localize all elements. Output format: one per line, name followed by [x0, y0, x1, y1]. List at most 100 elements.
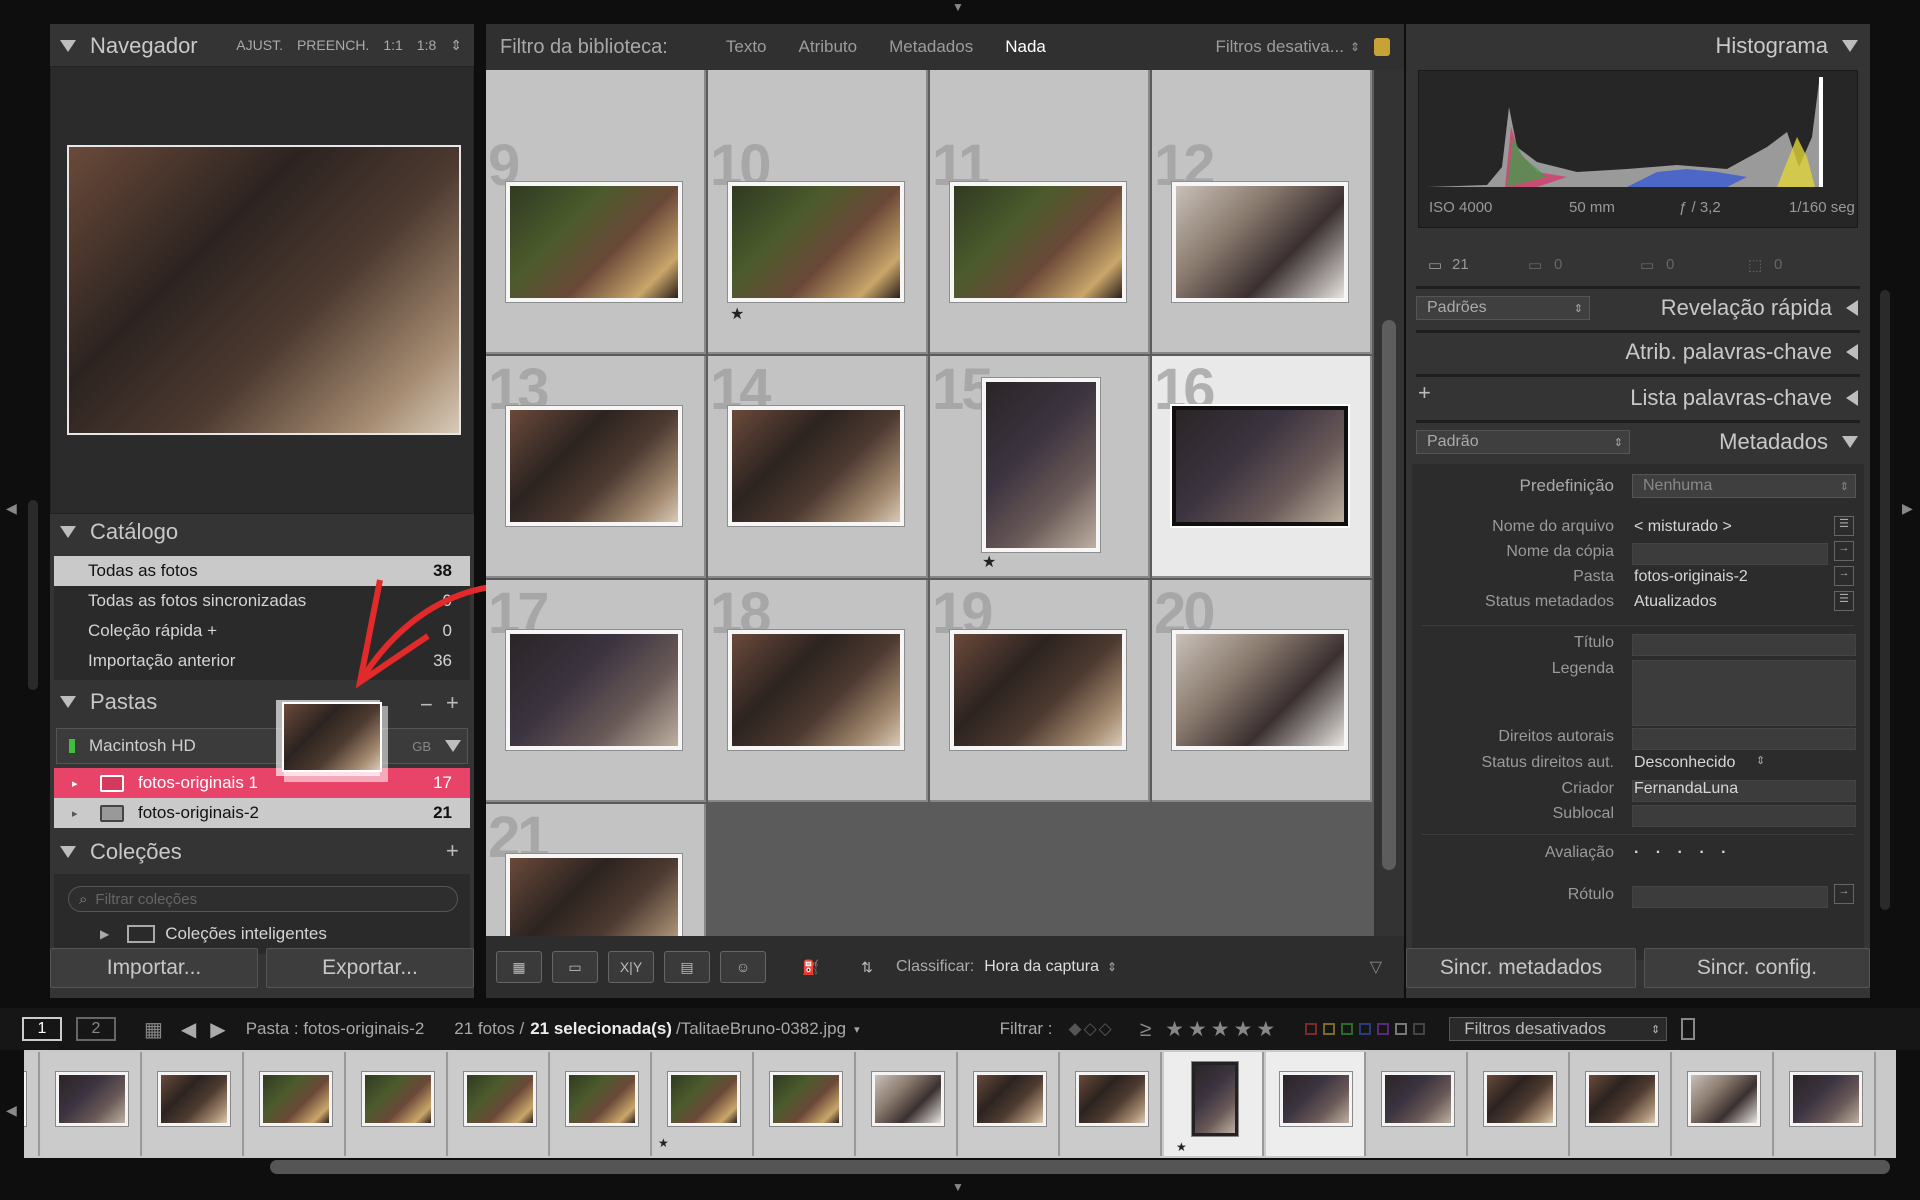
filmstrip-thumbnail[interactable] [667, 1071, 741, 1127]
histogram-header[interactable]: Histograma [1716, 26, 1858, 66]
folder-row-fotos-originais-2[interactable]: ▸ fotos-originais-2 21 [54, 798, 470, 828]
survey-view-button[interactable]: ▤ [664, 951, 710, 983]
filmstrip-thumbnail[interactable] [361, 1071, 435, 1127]
smart-collections-row[interactable]: ▶ Coleções inteligentes [100, 924, 327, 944]
sort-select[interactable]: Hora da captura [984, 958, 1099, 976]
filmstrip-cell[interactable]: ★ [1164, 1052, 1264, 1156]
add-collection-button[interactable]: + [446, 838, 459, 864]
filmstrip-cell[interactable] [1062, 1052, 1162, 1156]
drive-row[interactable]: Macintosh HD GB [56, 728, 468, 764]
filmstrip-cell[interactable] [42, 1052, 142, 1156]
lock-icon[interactable] [1681, 1018, 1696, 1040]
photo-thumbnail[interactable] [1170, 404, 1350, 528]
right-panel-scrollbar[interactable] [1880, 290, 1890, 910]
photo-thumbnail[interactable] [1171, 629, 1349, 751]
rating-star-icon[interactable]: ★ [1176, 1140, 1187, 1154]
rating-star-icon[interactable]: ★ [982, 552, 996, 572]
grid-scrollbar-thumb[interactable] [1382, 320, 1396, 870]
zoom-1-8[interactable]: 1:8 [417, 37, 436, 54]
filmstrip-thumbnail[interactable] [973, 1071, 1047, 1127]
filmstrip-cell[interactable]: ★ [654, 1052, 754, 1156]
add-keyword-button[interactable]: + [1418, 380, 1431, 406]
filmstrip-cell[interactable] [1776, 1052, 1876, 1156]
selected-filename[interactable]: /TalitaeBruno-0382.jpg [676, 1019, 846, 1039]
collapse-triangle-icon[interactable] [60, 846, 76, 858]
filmstrip-cell[interactable] [756, 1052, 856, 1156]
grid-cell[interactable]: 18 [708, 580, 928, 802]
collections-header[interactable]: Coleções [50, 832, 474, 872]
forward-arrow-icon[interactable]: ▶ [210, 1017, 225, 1042]
filmstrip-thumbnail[interactable] [871, 1071, 945, 1127]
filmstrip-thumbnail[interactable] [1585, 1071, 1659, 1127]
red-label-icon[interactable] [1305, 1023, 1318, 1035]
rating-filter-stars[interactable]: ≥ ★★★★★ [1140, 1017, 1280, 1042]
filmstrip-cell[interactable] [1674, 1052, 1774, 1156]
photo-thumbnail[interactable] [949, 181, 1127, 303]
grid-cell-selected[interactable]: 16 [1152, 356, 1372, 578]
drive-collapse-icon[interactable] [445, 740, 461, 752]
rating-dots[interactable]: · · · · · [1634, 844, 1732, 862]
filmstrip-cell[interactable] [858, 1052, 958, 1156]
filmstrip-cell[interactable] [960, 1052, 1060, 1156]
filmstrip-cell[interactable] [1266, 1052, 1366, 1156]
people-view-button[interactable]: ☺ [720, 951, 766, 983]
photo-thumbnail[interactable] [949, 629, 1127, 751]
main-screen-button[interactable]: 1 [22, 1017, 62, 1041]
quick-develop-header[interactable]: Revelação rápida [1661, 288, 1858, 328]
grid-cell[interactable]: 19 [930, 580, 1150, 802]
filmstrip-cell[interactable] [1470, 1052, 1570, 1156]
title-input[interactable] [1632, 634, 1856, 656]
filmstrip-thumbnail[interactable] [463, 1071, 537, 1127]
expand-icon[interactable]: ▸ [72, 777, 78, 790]
right-panel-toggle-icon[interactable]: ▶ [1902, 500, 1913, 517]
copyright-input[interactable] [1632, 728, 1856, 750]
copy-name-input[interactable] [1632, 543, 1828, 565]
photo-thumbnail[interactable] [727, 405, 905, 527]
grid-view-button[interactable]: ▦ [496, 951, 542, 983]
grid-cell[interactable]: 20 [1152, 580, 1372, 802]
label-input[interactable] [1632, 886, 1828, 908]
left-panel-scrollbar[interactable] [28, 500, 38, 690]
metadata-header[interactable]: Metadados [1719, 422, 1858, 462]
blue-label-icon[interactable] [1359, 1023, 1372, 1035]
zoom-fill[interactable]: PREENCH. [297, 37, 369, 54]
green-label-icon[interactable] [1341, 1023, 1354, 1035]
filmstrip-cell[interactable] [1572, 1052, 1672, 1156]
grid-cell[interactable]: 12 [1152, 132, 1372, 354]
color-label-filters[interactable] [1305, 1023, 1426, 1035]
filmstrip-cell[interactable] [450, 1052, 550, 1156]
arrow-right-icon[interactable]: → [1834, 884, 1854, 904]
collapse-triangle-icon[interactable] [1842, 436, 1858, 448]
loupe-view-button[interactable]: ▭ [552, 951, 598, 983]
purple-label-icon[interactable] [1377, 1023, 1390, 1035]
filmstrip-filter-select[interactable]: Filtros desativados ⇕ [1449, 1017, 1668, 1041]
photo-thumbnail[interactable] [505, 853, 683, 936]
collections-search-input[interactable]: ⌕ Filtrar coleções [68, 886, 458, 912]
filmstrip-cell[interactable] [24, 1052, 40, 1156]
chevron-down-icon[interactable]: ⇕ [1756, 754, 1765, 767]
chevron-down-icon[interactable]: ▾ [854, 1023, 860, 1036]
grid-cell[interactable]: 9 [486, 132, 706, 354]
lock-icon[interactable] [1374, 38, 1390, 56]
grid-cell[interactable]: 21 [486, 804, 706, 936]
sort-direction-icon[interactable]: ⇅ [844, 951, 890, 983]
filmstrip-cell[interactable] [348, 1052, 448, 1156]
export-button[interactable]: Exportar... [266, 948, 474, 988]
bottom-panel-toggle-icon[interactable]: ▼ [952, 1180, 964, 1194]
filmstrip-cell[interactable] [144, 1052, 244, 1156]
rating-star-icon[interactable]: ★ [730, 304, 744, 324]
chevron-down-icon[interactable]: ⇕ [1107, 960, 1117, 974]
filmstrip-thumbnail[interactable] [1075, 1071, 1149, 1127]
photo-thumbnail[interactable] [1171, 181, 1349, 303]
filter-preset-select[interactable]: Filtros desativa... [1215, 37, 1344, 57]
import-button[interactable]: Importar... [50, 948, 258, 988]
grid-cell[interactable]: 17 [486, 580, 706, 802]
arrow-right-icon[interactable]: → [1834, 541, 1854, 561]
expand-triangle-icon[interactable] [1846, 300, 1858, 316]
filmstrip-thumbnail[interactable] [1789, 1071, 1863, 1127]
filmstrip-scrollbar[interactable] [270, 1160, 1890, 1174]
filmstrip-thumbnail[interactable] [157, 1071, 231, 1127]
metadata-preset-select[interactable]: Padrão ⇕ [1416, 430, 1630, 454]
photo-thumbnail[interactable] [727, 181, 905, 303]
no-label-icon[interactable] [1395, 1023, 1408, 1035]
